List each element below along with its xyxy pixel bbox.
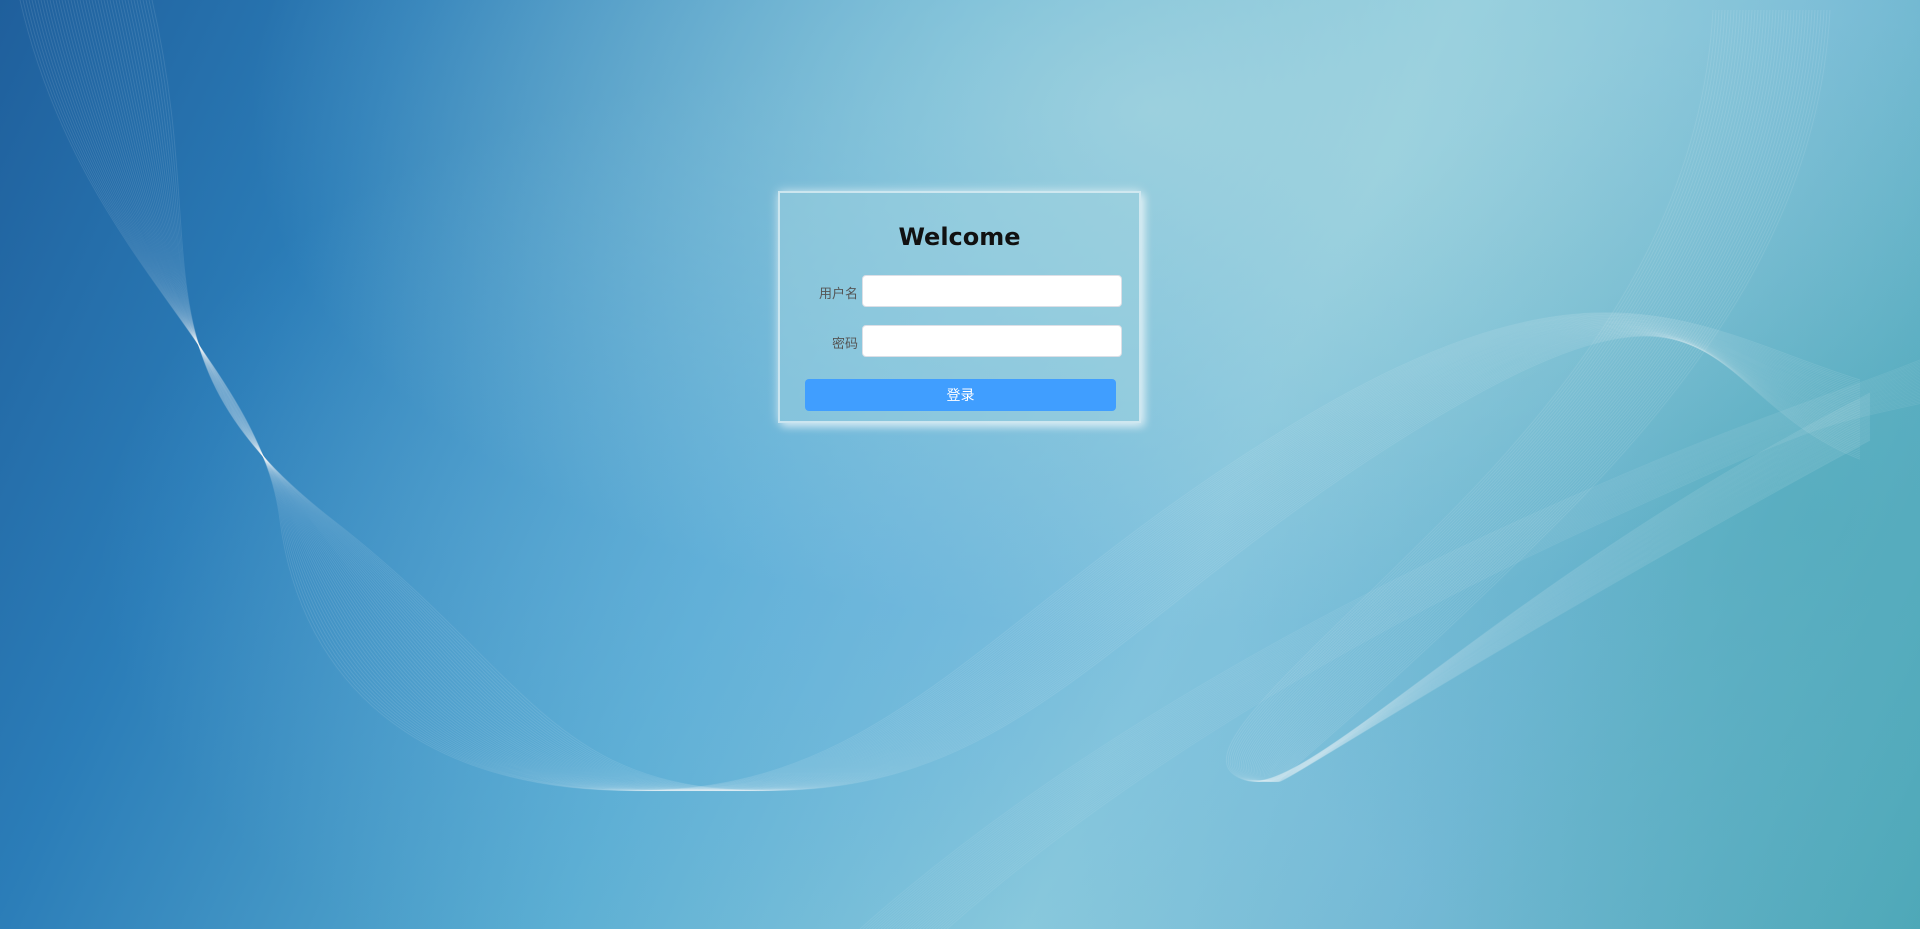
username-label: 用户名 (818, 287, 858, 302)
wave-line (1259, 9, 1871, 782)
wave-line (919, 389, 1920, 929)
wave-line (877, 368, 1920, 929)
wave-line (1255, 9, 1871, 782)
wave-line (1254, 9, 1871, 782)
wave-line (1270, 9, 1871, 782)
wave-line (865, 362, 1920, 929)
wave-line (1244, 9, 1871, 782)
background-wave-decoration (19, 0, 1920, 929)
wave-line (1247, 9, 1871, 782)
wave-line (907, 383, 1920, 929)
wave-line (922, 391, 1920, 929)
wave-line (898, 379, 1920, 929)
wave-line (1274, 9, 1871, 782)
wave-line (1251, 9, 1871, 782)
username-row: 用户名 (780, 275, 1139, 307)
wave-line (1273, 9, 1871, 782)
wave-line (1249, 9, 1871, 782)
wave-line (1276, 9, 1871, 783)
wave-line (1245, 9, 1871, 782)
wave-line (1272, 9, 1871, 782)
wave-line (901, 380, 1920, 929)
wave-line (934, 397, 1920, 929)
wave-line (1225, 9, 1871, 782)
wave-line (1257, 9, 1871, 782)
wave-line (940, 400, 1920, 929)
wave-line (1275, 9, 1871, 782)
wave-line (1229, 9, 1871, 782)
password-label: 密码 (831, 337, 858, 352)
wave-line (1276, 9, 1871, 783)
wave-lines-lower (859, 359, 1920, 929)
wave-line (859, 359, 1920, 929)
wave-line (1271, 9, 1871, 782)
wave-line (1242, 9, 1871, 782)
login-button[interactable]: 登录 (805, 379, 1116, 411)
wave-line (1274, 9, 1871, 782)
wave-line (874, 367, 1920, 929)
wave-line (1235, 9, 1871, 782)
wave-line (1278, 9, 1871, 783)
wave-line (1227, 9, 1871, 782)
wave-line (946, 403, 1920, 929)
wave-line (1252, 9, 1871, 782)
wave-line (910, 385, 1920, 929)
wave-line (1277, 9, 1871, 783)
login-panel: Welcome 用户名 密码 登录 (778, 191, 1141, 423)
wave-line (1231, 9, 1871, 782)
wave-line (904, 382, 1920, 929)
wave-line (1268, 9, 1871, 782)
wave-line (892, 376, 1920, 929)
welcome-title: Welcome (898, 223, 1021, 251)
wave-line (889, 374, 1920, 929)
wave-line (1262, 9, 1871, 782)
wave-lines-right (1225, 9, 1871, 783)
wave-line (1239, 9, 1871, 782)
wave-line (883, 371, 1920, 929)
wave-line (913, 386, 1920, 929)
wave-line (880, 370, 1920, 929)
wave-line (916, 388, 1920, 929)
wave-line (1258, 9, 1871, 782)
wave-line (1269, 9, 1871, 782)
password-input[interactable] (862, 325, 1122, 357)
wave-line (886, 373, 1920, 929)
wave-line (943, 401, 1920, 929)
wave-line (937, 398, 1920, 929)
wave-line (871, 365, 1920, 929)
wave-line (1265, 9, 1871, 782)
wave-line (925, 392, 1920, 929)
wave-line (1233, 9, 1871, 782)
wave-line (1266, 9, 1871, 782)
wave-line (895, 377, 1920, 929)
username-input[interactable] (862, 275, 1122, 307)
wave-line (1240, 9, 1871, 782)
wave-line (1261, 9, 1871, 782)
wave-line (931, 395, 1920, 929)
wave-line (868, 364, 1920, 929)
wave-line (1263, 9, 1871, 782)
wave-line (1237, 9, 1871, 782)
wave-line (862, 361, 1920, 929)
wave-line (1267, 9, 1871, 782)
wave-line (928, 394, 1920, 929)
password-row: 密码 (780, 325, 1139, 357)
